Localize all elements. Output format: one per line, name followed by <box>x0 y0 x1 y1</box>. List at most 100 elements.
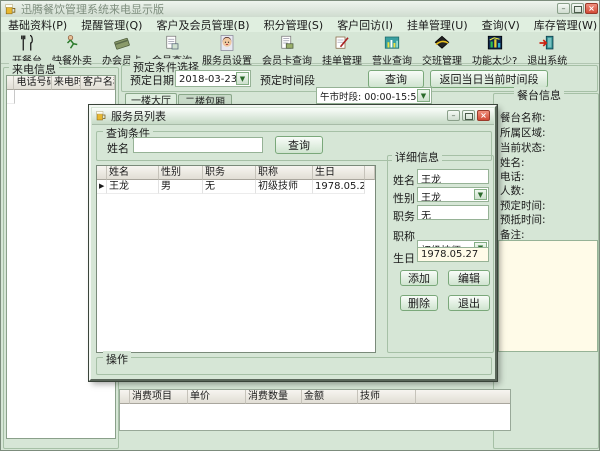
toolbar-member-card-query[interactable]: 会员卡查询 <box>257 33 317 67</box>
col-technician: 技师 <box>358 390 416 404</box>
delete-button[interactable]: 删除 <box>400 295 438 311</box>
menu-points[interactable]: 积分管理(S) <box>257 17 331 33</box>
shift-diamond-icon <box>433 33 451 52</box>
detail-gender-value: 王龙 <box>421 193 441 202</box>
caller-col-time: 来电时间 <box>52 76 81 90</box>
chevron-down-icon[interactable]: ▼ <box>417 89 430 102</box>
label-people-count: 人数: <box>500 183 525 198</box>
dialog-maximize-button[interactable] <box>462 110 475 121</box>
window-title: 迅腾餐饮管理系统来电显示版 <box>21 1 164 17</box>
dialog-minimize-button[interactable]: – <box>447 110 460 121</box>
label-reserve-time: 预定时间: <box>500 198 546 213</box>
toolbar-business-query[interactable]: 营业查询 <box>367 33 417 67</box>
reservation-date-value: 2018-03-23 <box>179 74 237 85</box>
toolbar-pending-order[interactable]: 挂单管理 <box>317 33 367 67</box>
detail-birthday-label: 生日 <box>393 250 415 266</box>
toolbar-more-features[interactable]: 功能太少? <box>467 33 522 67</box>
consumption-table-header: 消费项目 单价 消费数量 金额 技师 <box>120 390 510 404</box>
member-query-doc-icon <box>163 33 181 52</box>
exit-door-icon <box>538 33 556 52</box>
detail-name-input[interactable]: 王龙 <box>417 169 489 184</box>
caller-empty-row[interactable] <box>7 90 115 104</box>
member-card-icon <box>113 33 131 52</box>
toolbar-shift-management[interactable]: 交班管理 <box>417 33 467 67</box>
main-titlebar: 迅腾餐饮管理系统来电显示版 – × <box>1 1 600 18</box>
reservation-date-label: 预定日期 <box>130 72 174 88</box>
col-duty: 职务 <box>203 166 256 180</box>
cell-title: 初级技师 <box>256 180 313 194</box>
detail-name-label: 姓名 <box>393 172 415 188</box>
minimize-button[interactable]: – <box>557 3 570 14</box>
col-birthday: 生日 <box>313 166 365 180</box>
col-consume-item: 消费项目 <box>130 390 188 404</box>
reservation-date-select[interactable]: 2018-03-23 ▼ <box>175 70 251 87</box>
reservation-query-button[interactable]: 查询 <box>368 70 424 88</box>
menu-reminder[interactable]: 提醒管理(Q) <box>74 17 149 33</box>
waiter-table-row[interactable]: ▶ 王龙 男 无 初级技师 1978.05.27 <box>97 180 375 194</box>
label-phone: 电话: <box>500 169 525 184</box>
label-table-name: 餐台名称: <box>500 110 546 125</box>
menu-query[interactable]: 查询(V) <box>475 17 527 33</box>
cell-gender: 男 <box>159 180 203 194</box>
caller-table-header: 电话号码 来电时间 客户名称 <box>7 76 115 90</box>
detail-title-label: 职称 <box>393 228 415 244</box>
operation-group: 操作 <box>96 357 492 375</box>
menu-inventory[interactable]: 库存管理(W) <box>527 17 600 33</box>
col-name: 姓名 <box>107 166 159 180</box>
waiter-name-label: 姓名 <box>107 140 129 156</box>
col-title: 职称 <box>256 166 313 180</box>
remark-textarea[interactable] <box>498 240 598 352</box>
pending-note-icon <box>333 33 351 52</box>
label-name: 姓名: <box>500 155 525 170</box>
caller-col-phone: 电话号码 <box>14 76 51 90</box>
row-marker-icon: ▶ <box>97 180 107 194</box>
menu-customer-member[interactable]: 客户及会员管理(B) <box>149 17 256 33</box>
toolbar: 开餐台 快餐外卖 办会员卡 会员查询 服务员设置 会员卡查询 挂单管理 营业查 <box>1 32 600 64</box>
menu-basic-data[interactable]: 基础资料(P) <box>1 17 74 33</box>
operation-group-title: 操作 <box>103 351 131 367</box>
detail-info-group: 详细信息 姓名 王龙 性别 王龙 ▼ 职务 无 职称 初级技师 ▼ 生日 197… <box>387 155 494 353</box>
detail-group-title: 详细信息 <box>392 149 442 165</box>
reservation-time-select[interactable]: 午市时段: 00:00-15:59 ▼ <box>316 87 432 104</box>
reservation-time-value: 午市时段: 00:00-15:59 <box>320 92 422 103</box>
close-button[interactable]: × <box>585 3 598 14</box>
waiter-name-input[interactable] <box>133 137 263 153</box>
label-status: 当前状态: <box>500 140 546 155</box>
menu-customer-visit[interactable]: 客户回访(I) <box>330 17 400 33</box>
col-gender: 性别 <box>159 166 203 180</box>
maximize-button[interactable] <box>571 3 584 14</box>
detail-gender-label: 性别 <box>393 190 415 206</box>
waiter-face-icon <box>218 33 236 52</box>
waiter-query-button[interactable]: 查询 <box>275 136 323 154</box>
label-arrive-time: 预抵时间: <box>500 212 546 227</box>
return-current-period-button[interactable]: 返回当日当前时间段 <box>430 70 548 88</box>
chevron-down-icon[interactable]: ▼ <box>474 189 487 200</box>
detail-duty-label: 职务 <box>393 208 415 224</box>
col-unit-price: 单价 <box>188 390 246 404</box>
col-amount: 金额 <box>302 390 358 404</box>
dialog-title: 服务员列表 <box>111 108 166 124</box>
toolbar-waiter-settings[interactable]: 服务员设置 <box>197 33 257 67</box>
table-info-title: 餐台信息 <box>514 87 564 103</box>
menu-bar: 基础资料(P) 提醒管理(Q) 客户及会员管理(B) 积分管理(S) 客户回访(… <box>1 17 600 33</box>
waiter-table[interactable]: 姓名 性别 职务 职称 生日 ▶ 王龙 男 无 初级技师 1978.05.27 <box>96 165 376 353</box>
dialog-icon <box>95 110 107 122</box>
detail-birthday-input[interactable]: 1978.05.27 <box>417 247 489 262</box>
chevron-down-icon[interactable]: ▼ <box>236 72 249 85</box>
dialog-titlebar: 服务员列表 – × <box>92 108 494 125</box>
edit-button[interactable]: 编辑 <box>448 270 490 286</box>
col-quantity: 消费数量 <box>246 390 302 404</box>
card-query-doc-icon <box>278 33 296 52</box>
add-button[interactable]: 添加 <box>400 270 438 286</box>
caller-col-customer: 客户名称 <box>81 76 115 90</box>
detail-gender-select[interactable]: 王龙 ▼ <box>417 187 489 202</box>
toolbar-exit-system[interactable]: 退出系统 <box>522 33 572 67</box>
app-window: 迅腾餐饮管理系统来电显示版 – × 基础资料(P) 提醒管理(Q) 客户及会员管… <box>0 0 600 451</box>
cell-name: 王龙 <box>107 180 159 194</box>
exit-button[interactable]: 退出 <box>448 295 490 311</box>
fork-knife-icon <box>18 33 36 52</box>
menu-pending-order[interactable]: 挂单管理(U) <box>400 17 475 33</box>
dialog-close-button[interactable]: × <box>477 110 490 121</box>
consumption-table[interactable]: 消费项目 单价 消费数量 金额 技师 <box>119 389 511 431</box>
detail-duty-input[interactable]: 无 <box>417 205 489 220</box>
